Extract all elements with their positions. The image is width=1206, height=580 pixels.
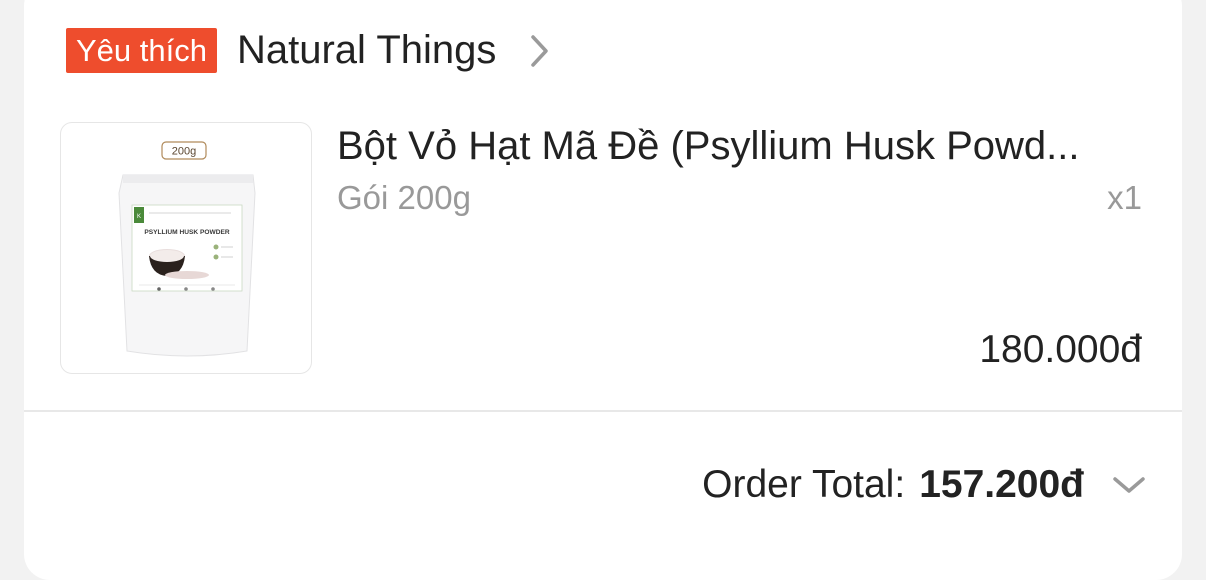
product-package-label: PSYLLIUM HUSK POWDER [144,229,230,236]
order-total-row[interactable]: Order Total: 157.200đ [702,460,1146,510]
favorite-badge: Yêu thích [66,28,217,73]
chevron-right-icon[interactable] [530,31,560,71]
shop-header[interactable]: Yêu thích Natural Things [66,28,560,73]
chevron-down-icon[interactable] [1112,465,1146,505]
product-variant: Gói 200g [337,179,471,216]
product-image[interactable]: 200g K PSYLLIUM HUSK POWDER [60,122,312,374]
order-total-label: Order Total: [702,463,906,506]
shop-name[interactable]: Natural Things [237,28,496,73]
product-title[interactable]: Bột Vỏ Hạt Mã Đề (Psyllium Husk Powd... [337,122,1137,170]
divider [24,410,1182,412]
product-size-tag: 200g [172,146,196,158]
product-price: 180.000đ [979,328,1142,371]
svg-text:K: K [137,214,141,220]
product-quantity: x1 [1107,179,1142,216]
order-total-value: 157.200đ [919,463,1084,506]
